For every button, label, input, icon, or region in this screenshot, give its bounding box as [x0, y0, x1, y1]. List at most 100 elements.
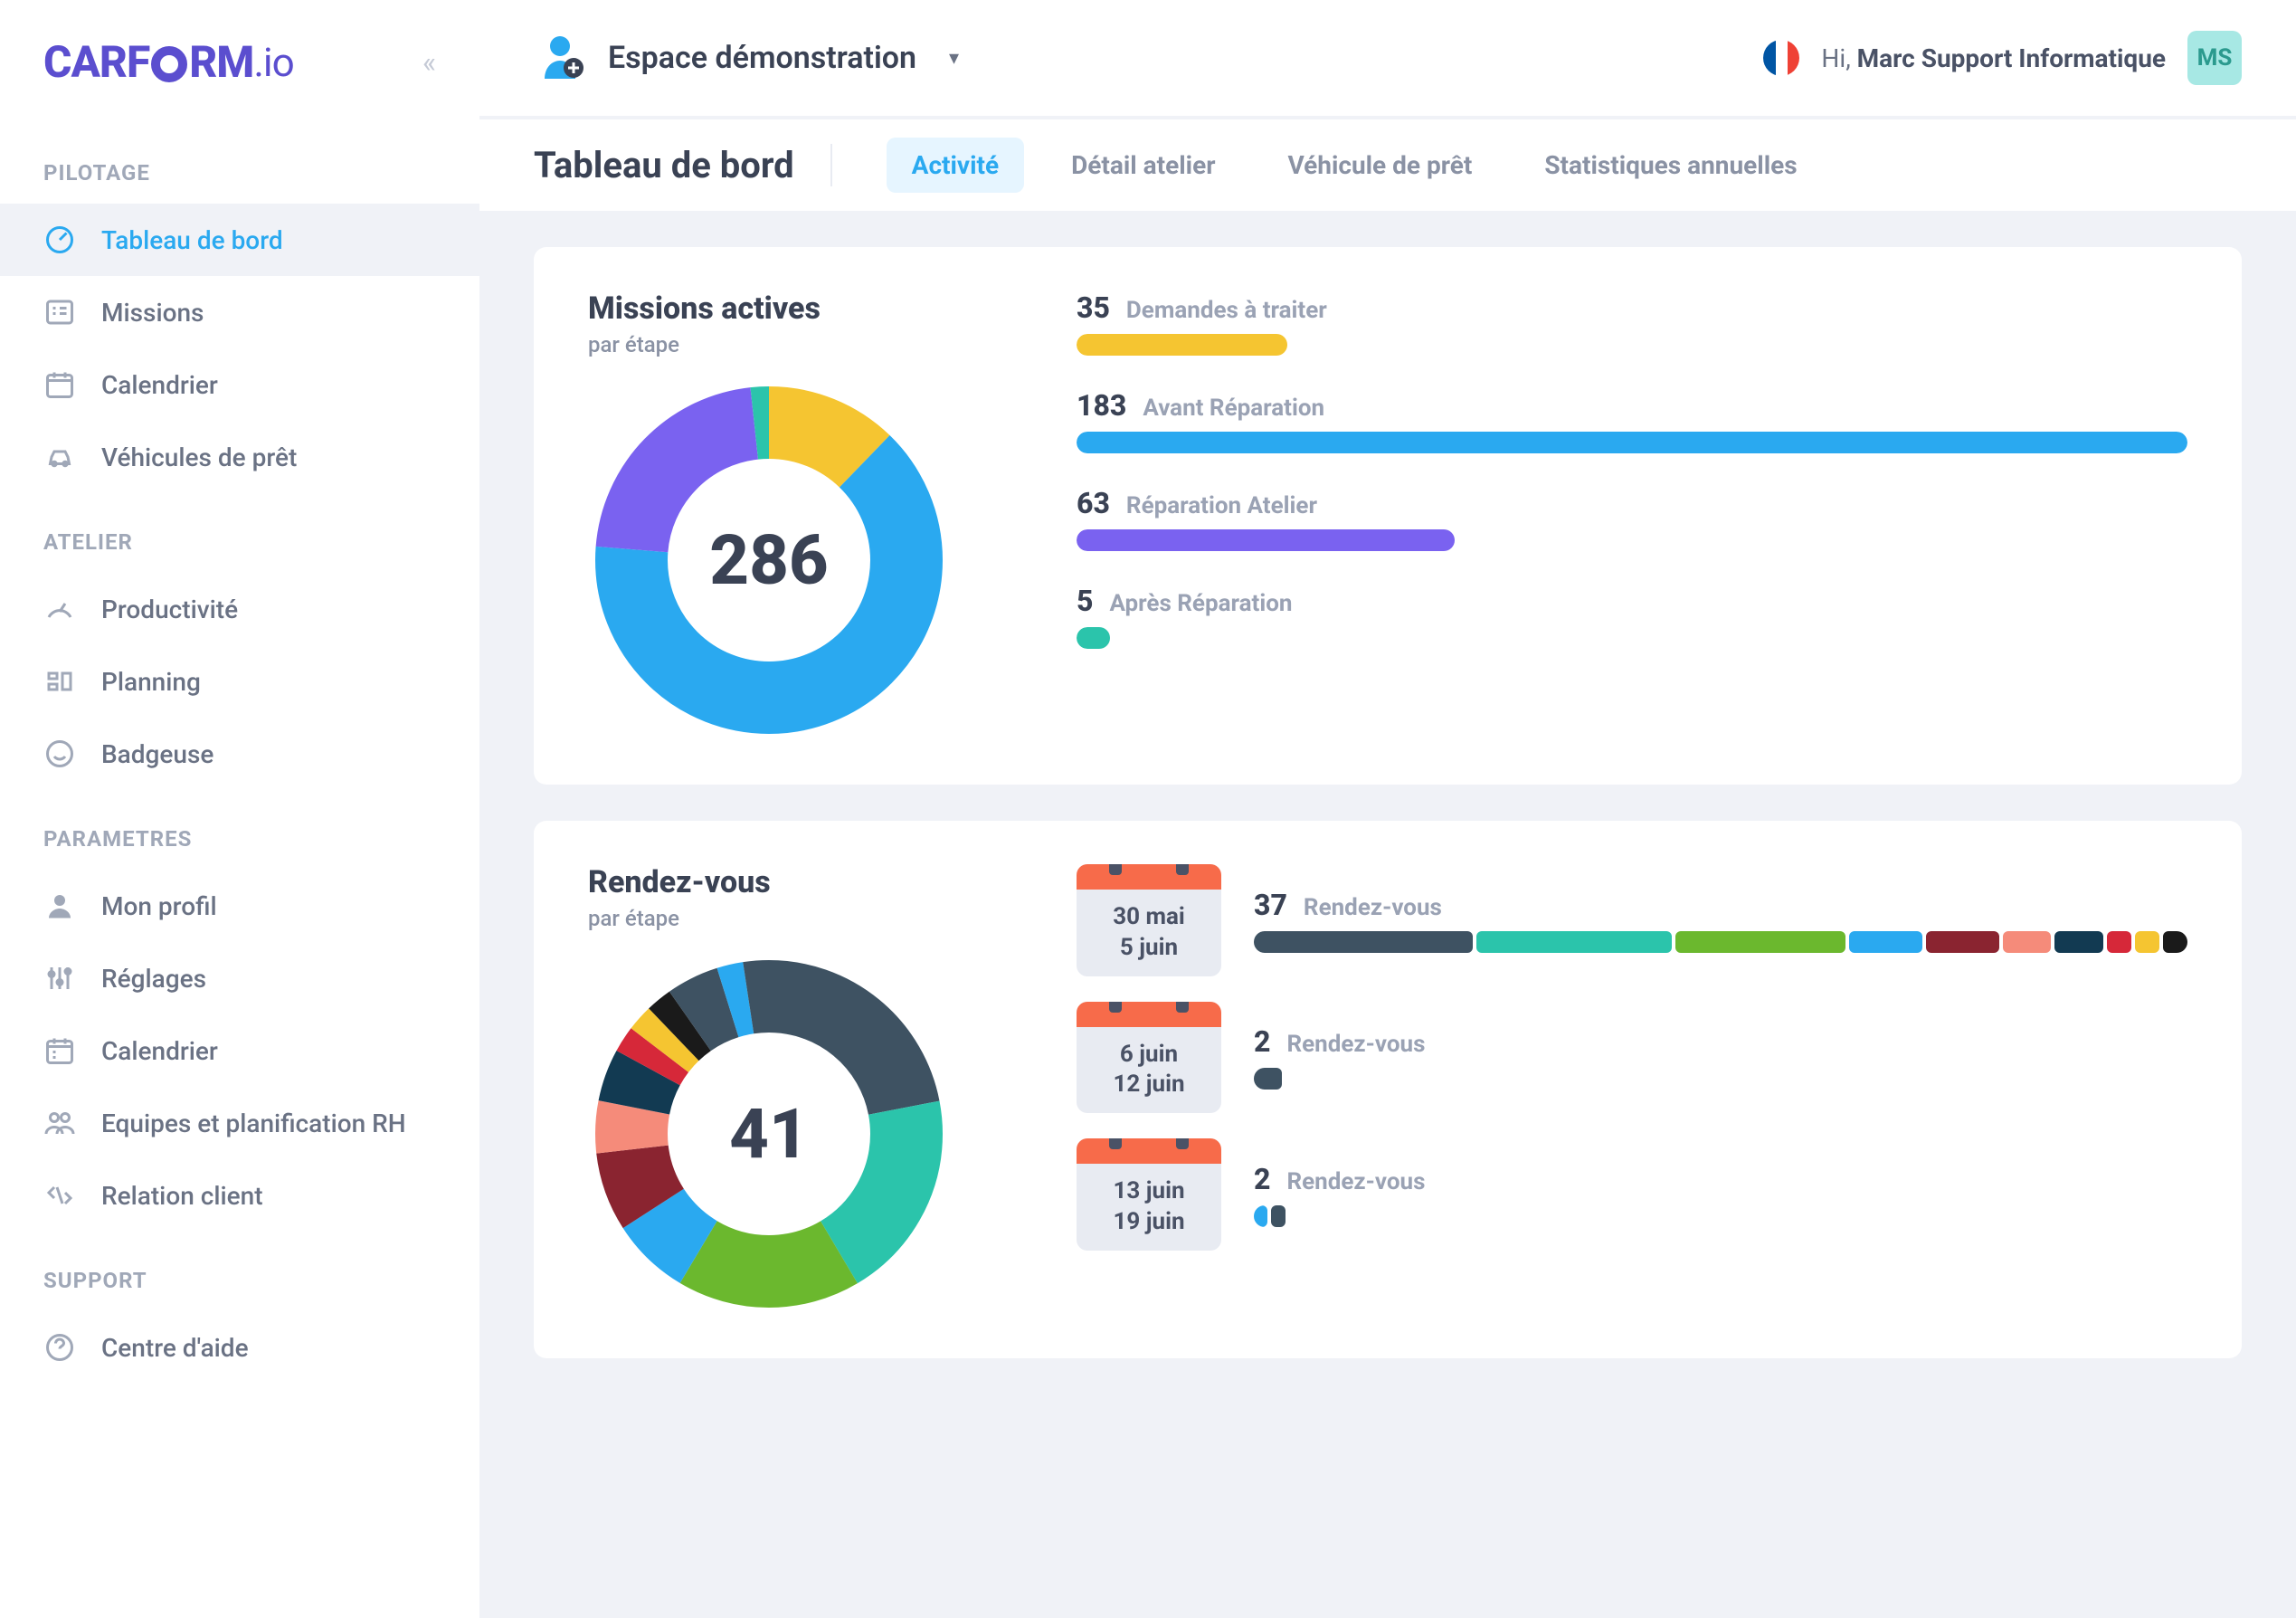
tab-bar: Activité Détail atelier Véhicule de prêt St… — [887, 138, 1823, 193]
sidebar-item-planning[interactable]: Planning — [0, 645, 479, 718]
workspace-selector[interactable]: Espace démonstration ▾ — [534, 32, 959, 84]
stat-bar — [1254, 1205, 2187, 1227]
sidebar-item-equipes-et-planification-rh[interactable]: Equipes et planification RH — [0, 1087, 479, 1159]
sidebar: CARFRM.io « PILOTAGE Tableau de bord Missi… — [0, 0, 479, 1618]
stat-label: Après Réparation — [1109, 590, 1292, 617]
sidebar-item-calendrier[interactable]: Calendrier — [0, 348, 479, 421]
sliders-icon — [43, 962, 76, 995]
tab-v-hicule-de-pr-t[interactable]: Véhicule de prêt — [1262, 138, 1497, 193]
rdv-week-row: 30 mai5 juin 37 Rendez-vous — [1077, 864, 2187, 976]
list-icon — [43, 296, 76, 328]
chevron-down-icon: ▾ — [949, 47, 959, 70]
sidebar-item-label: Réglages — [101, 964, 206, 994]
stat-label: Rendez-vous — [1304, 894, 1442, 921]
workspace-label: Espace démonstration — [608, 40, 916, 76]
stat-bar — [1077, 432, 2187, 453]
sidebar-section-label: ATELIER — [0, 493, 479, 573]
stat-value: 63 — [1077, 486, 1110, 520]
stat-bar — [1254, 931, 2187, 953]
stat-bar — [1077, 529, 2187, 551]
sidebar-item-label: Tableau de bord — [101, 225, 283, 255]
mission-stat: 183 Avant Réparation — [1077, 388, 2187, 453]
sidebar-section-label: PILOTAGE — [0, 124, 479, 204]
calendar2-icon — [43, 1034, 76, 1067]
sidebar-section-label: SUPPORT — [0, 1232, 479, 1311]
logo: CARFRM.io — [43, 36, 294, 88]
sidebar-item-v-hicules-de-pr-t[interactable]: Véhicules de prêt — [0, 421, 479, 493]
stat-label: Rendez-vous — [1286, 1031, 1425, 1058]
mission-stat: 5 Après Réparation — [1077, 584, 2187, 649]
stat-label: Avant Réparation — [1143, 395, 1324, 422]
stat-value: 183 — [1077, 388, 1126, 423]
sidebar-item-label: Equipes et planification RH — [101, 1109, 406, 1138]
sidebar-item-label: Planning — [101, 667, 201, 697]
sidebar-item-label: Missions — [101, 298, 204, 328]
page-title: Tableau de bord — [534, 144, 832, 186]
calendar-icon: 30 mai5 juin — [1077, 864, 1221, 976]
calendar-icon: 6 juin12 juin — [1077, 1002, 1221, 1114]
stat-label: Rendez-vous — [1286, 1168, 1425, 1195]
stat-bar — [1254, 1068, 2187, 1090]
user-icon — [43, 890, 76, 922]
planning-icon — [43, 665, 76, 698]
sidebar-item-tableau-de-bord[interactable]: Tableau de bord — [0, 204, 479, 276]
topbar: Espace démonstration ▾ Hi, Marc Support … — [479, 0, 2296, 116]
stat-value: 37 — [1254, 888, 1287, 922]
sidebar-item-calendrier[interactable]: Calendrier — [0, 1014, 479, 1087]
stat-bar — [1077, 627, 2187, 649]
smile-icon — [43, 738, 76, 770]
stat-value: 2 — [1254, 1024, 1270, 1059]
greeting: Hi, Marc Support Informatique — [1821, 43, 2166, 73]
sidebar-section-label: PARAMETRES — [0, 790, 479, 870]
sidebar-item-label: Mon profil — [101, 891, 217, 921]
sidebar-item-label: Productivité — [101, 595, 238, 624]
sidebar-item-badgeuse[interactable]: Badgeuse — [0, 718, 479, 790]
sidebar-item-missions[interactable]: Missions — [0, 276, 479, 348]
missions-card: Missions actives par étape 286 35 Demand… — [534, 247, 2242, 785]
sidebar-item-label: Centre d'aide — [101, 1333, 249, 1363]
sidebar-item-label: Badgeuse — [101, 739, 213, 769]
sidebar-item-label: Calendrier — [101, 1036, 218, 1066]
calendar-icon — [43, 368, 76, 401]
sidebar-collapse-button[interactable]: « — [422, 45, 436, 80]
main-area: Espace démonstration ▾ Hi, Marc Support … — [479, 0, 2296, 1618]
mission-stat: 35 Demandes à traiter — [1077, 290, 2187, 356]
tab-d-tail-atelier[interactable]: Détail atelier — [1046, 138, 1240, 193]
avatar[interactable]: MS — [2187, 31, 2242, 85]
missions-subtitle: par étape — [588, 332, 1022, 357]
missions-donut-chart: 286 — [588, 379, 950, 741]
rdv-total: 41 — [588, 953, 950, 1315]
calendar-icon: 13 juin19 juin — [1077, 1138, 1221, 1251]
sidebar-item-r-glages[interactable]: Réglages — [0, 942, 479, 1014]
tab-activit-[interactable]: Activité — [887, 138, 1024, 193]
stat-value: 35 — [1077, 290, 1110, 325]
stat-label: Réparation Atelier — [1126, 492, 1317, 519]
missions-title: Missions actives — [588, 290, 1022, 327]
mission-stat: 63 Réparation Atelier — [1077, 486, 2187, 551]
sidebar-item-productivit-[interactable]: Productivité — [0, 573, 479, 645]
stat-value: 5 — [1077, 584, 1093, 618]
help-icon — [43, 1331, 76, 1364]
rdv-donut-chart: 41 — [588, 953, 950, 1315]
team-icon — [43, 1107, 76, 1139]
missions-total: 286 — [588, 379, 950, 741]
rdv-week-row: 13 juin19 juin 2 Rendez-vous — [1077, 1138, 2187, 1251]
sidebar-item-centre-d-aide[interactable]: Centre d'aide — [0, 1311, 479, 1384]
tab-statistiques-annuelles[interactable]: Statistiques annuelles — [1519, 138, 1822, 193]
gauge-icon — [43, 224, 76, 256]
rdv-title: Rendez-vous — [588, 864, 1022, 900]
speed-icon — [43, 593, 76, 625]
language-flag[interactable] — [1763, 40, 1799, 76]
sidebar-item-relation-client[interactable]: Relation client — [0, 1159, 479, 1232]
rdv-card: Rendez-vous par étape 41 30 mai5 juin 37… — [534, 821, 2242, 1358]
rdv-subtitle: par étape — [588, 906, 1022, 931]
stat-bar — [1077, 334, 2187, 356]
sidebar-item-mon-profil[interactable]: Mon profil — [0, 870, 479, 942]
stat-value: 2 — [1254, 1162, 1270, 1196]
rdv-week-row: 6 juin12 juin 2 Rendez-vous — [1077, 1002, 2187, 1114]
sidebar-item-label: Relation client — [101, 1181, 263, 1211]
mechanic-icon — [534, 32, 586, 84]
sidebar-item-label: Véhicules de prêt — [101, 443, 297, 472]
page-header: Tableau de bord Activité Détail atelier Vé… — [479, 119, 2296, 211]
hands-icon — [43, 1179, 76, 1212]
